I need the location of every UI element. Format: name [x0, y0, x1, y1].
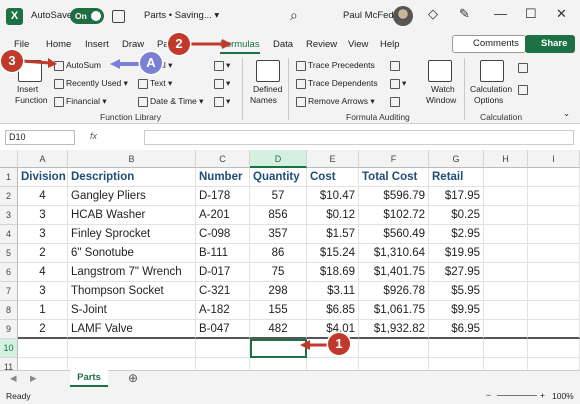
callout-2: 2 — [168, 33, 190, 55]
callout-1: 1 — [328, 333, 350, 355]
callout-3: 3 — [1, 50, 23, 72]
callout-arrows — [21, 39, 330, 350]
callout-a: A — [140, 52, 162, 74]
